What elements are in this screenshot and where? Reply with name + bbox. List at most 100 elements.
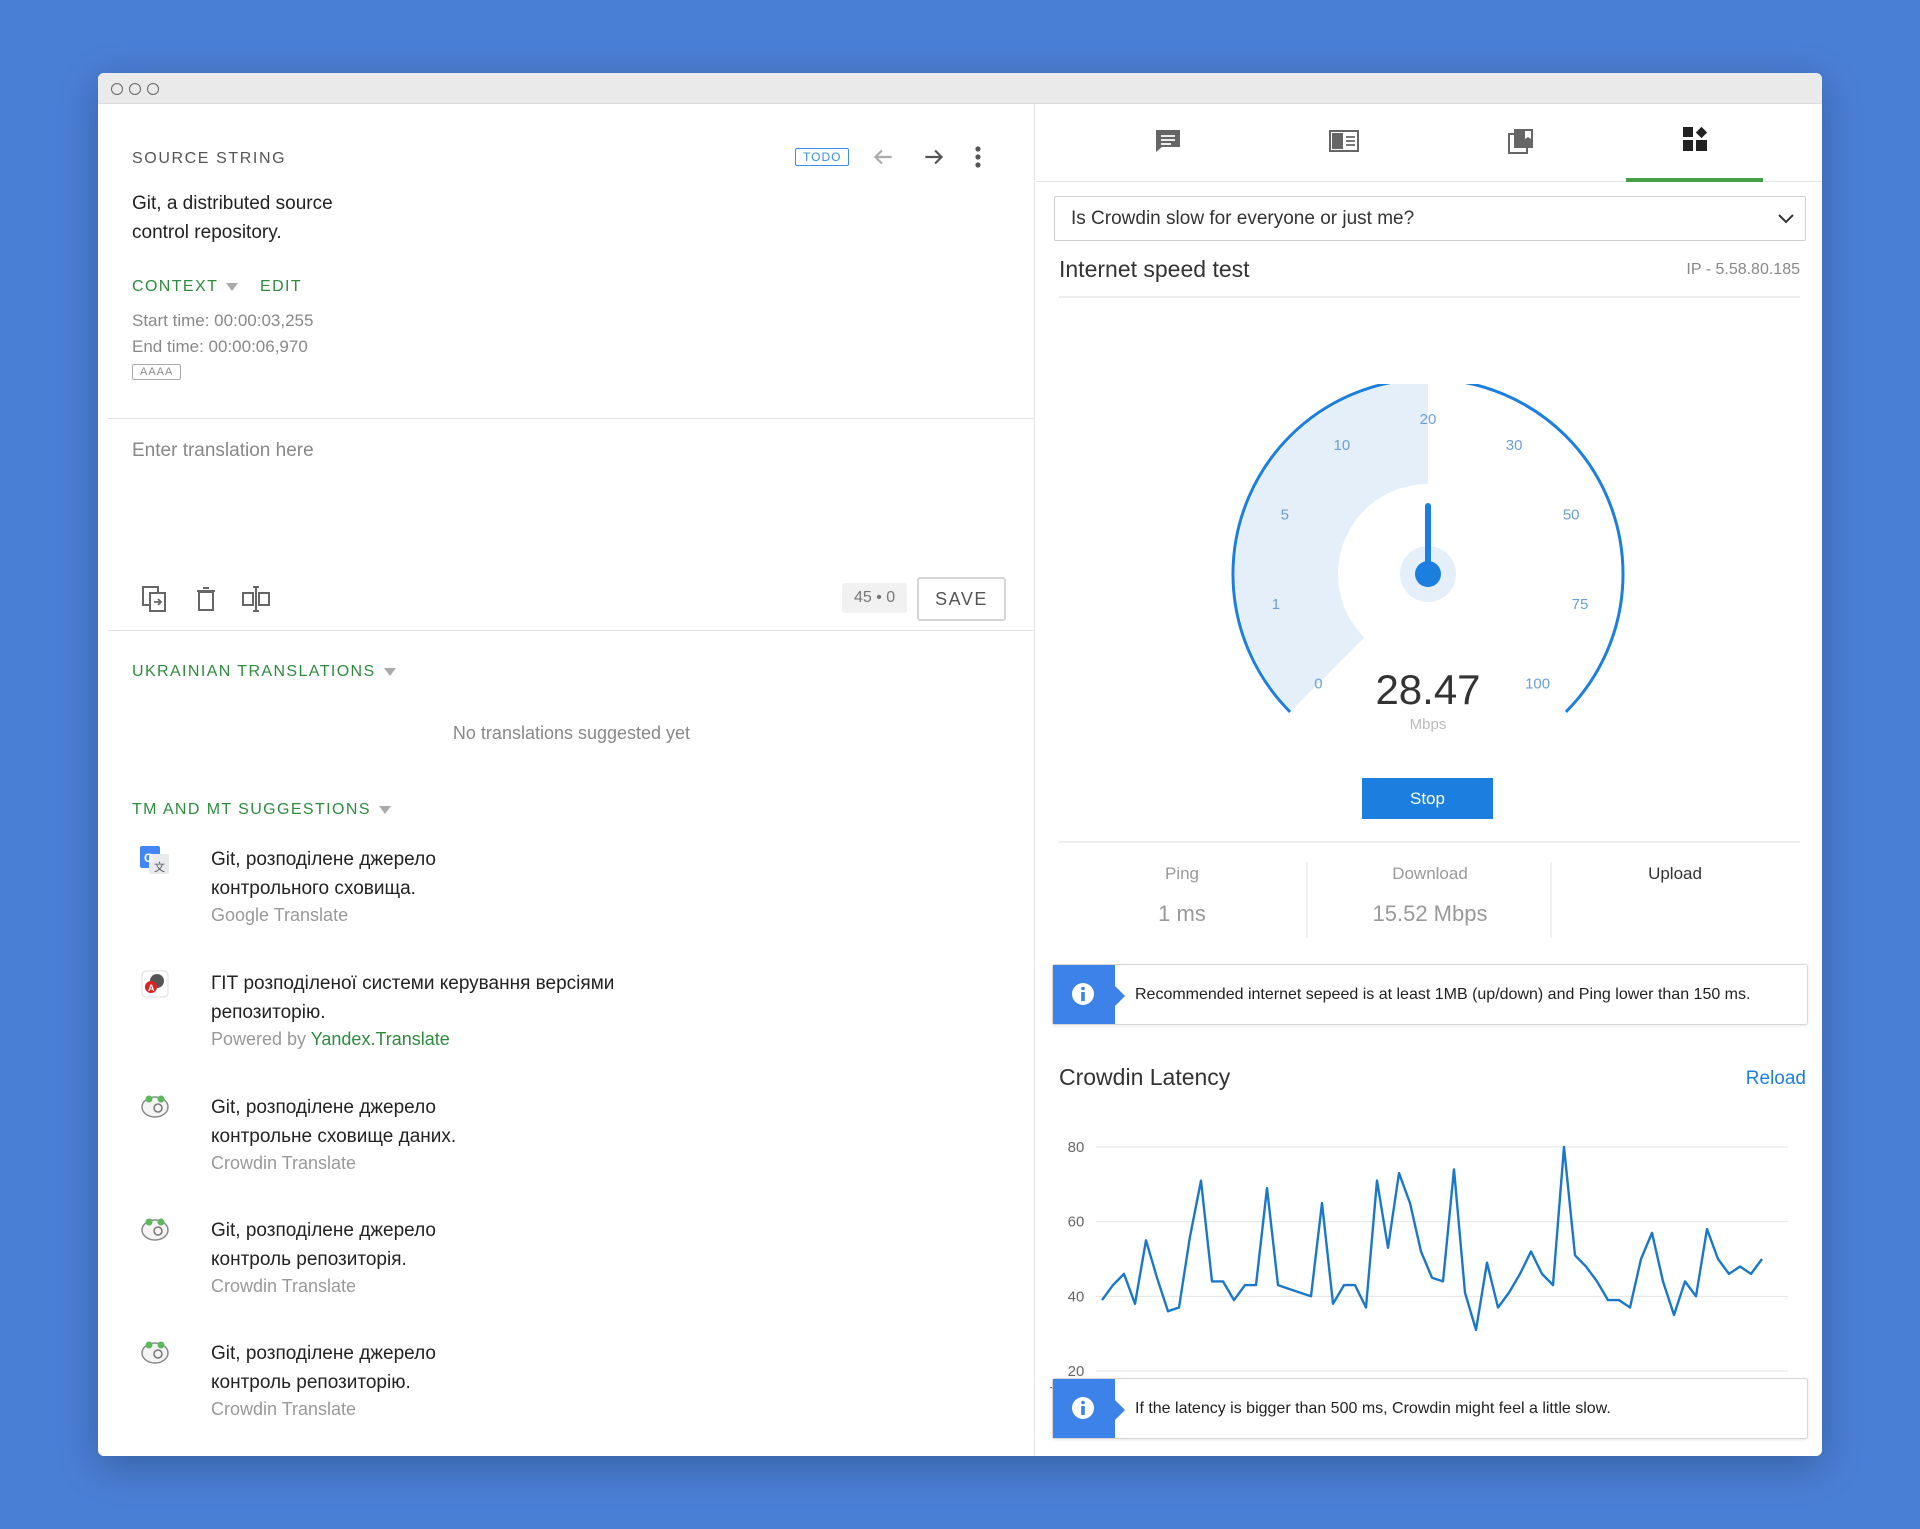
reload-link[interactable]: Reload xyxy=(1746,1068,1806,1090)
minimize-dot[interactable] xyxy=(129,83,141,95)
tab-apps[interactable] xyxy=(1626,104,1763,182)
speed-info-box: Recommended internet sepeed is at least … xyxy=(1052,964,1808,1025)
context-toggle[interactable]: CONTEXT xyxy=(132,278,239,296)
divider xyxy=(1059,296,1800,298)
comments-icon xyxy=(1154,128,1182,159)
download-stat: Download 15.52 Mbps xyxy=(1308,864,1552,927)
zoom-dot[interactable] xyxy=(147,83,159,95)
next-arrow-icon[interactable] xyxy=(921,144,947,175)
info-badge xyxy=(1053,1379,1115,1438)
tool-tabs xyxy=(1036,104,1822,182)
more-menu-icon[interactable] xyxy=(974,144,982,175)
source-text: Git, a distributed source control reposi… xyxy=(132,189,333,247)
gauge-tick-label: 10 xyxy=(1334,437,1351,454)
gauge-tick-label: 50 xyxy=(1563,507,1580,524)
upload-stat: Upload xyxy=(1552,864,1798,901)
tab-comments[interactable] xyxy=(1099,104,1236,182)
suggestion-text: Git, розподілене джерело контрольне схови… xyxy=(211,1097,457,1147)
gauge-tick-label: 100 xyxy=(1525,676,1550,693)
speed-info-text: Recommended internet sepeed is at least … xyxy=(1135,986,1751,1003)
suggestion-text: Git, розподілене джерело контроль репозит… xyxy=(211,1343,436,1393)
suggestion-item[interactable]: G文 Git, розподілене джерело контрольного … xyxy=(108,841,1035,961)
suggestion-source: Crowdin Translate xyxy=(211,1399,357,1419)
latency-series-line xyxy=(1101,1145,1763,1332)
end-time: End time: 00:00:06,970 xyxy=(132,337,308,356)
suggestion-item[interactable]: A ГІТ розподіленої системи керування вер… xyxy=(108,965,1035,1085)
save-button[interactable]: SAVE xyxy=(917,577,1006,621)
google-translate-icon: G文 xyxy=(140,846,170,876)
ip-address: IP - 5.58.80.185 xyxy=(1686,261,1800,278)
source-text-line: control repository. xyxy=(132,222,282,243)
translation-input[interactable]: Enter translation here xyxy=(132,440,314,462)
latency-info-text: If the latency is bigger than 500 ms, Cr… xyxy=(1135,1400,1611,1417)
gauge-tick-label: 30 xyxy=(1506,437,1523,454)
download-value: 15.52 Mbps xyxy=(1372,901,1488,926)
ping-label: Ping xyxy=(1164,864,1200,883)
chevron-down-icon xyxy=(1777,209,1795,233)
ping-value: 1 ms xyxy=(1158,901,1206,926)
y-tick-label: 60 xyxy=(1068,1214,1085,1231)
gauge-value: 28.47 xyxy=(1375,666,1480,713)
suggestion-source: Google Translate xyxy=(211,905,349,925)
caret-down-icon xyxy=(383,667,396,676)
gauge-fill xyxy=(1235,384,1428,711)
info-badge xyxy=(1053,965,1115,1024)
todo-badge: TODO xyxy=(795,148,850,166)
gauge-tick-label: 1 xyxy=(1272,596,1280,613)
caret-down-icon xyxy=(378,805,391,814)
suggestion-item[interactable]: Git, розподілене джерело контроль репозит… xyxy=(108,1212,1035,1332)
needle-hub xyxy=(1415,561,1441,587)
tools-pane: Is Crowdin slow for everyone or just me?… xyxy=(1036,104,1822,1456)
glossary-icon xyxy=(1507,127,1535,160)
info-arrow xyxy=(1115,986,1125,1006)
tm-mt-suggestions-toggle[interactable]: TM AND MT SUGGESTIONS xyxy=(132,801,391,819)
divider xyxy=(108,630,1034,631)
edit-context-link[interactable]: EDIT xyxy=(260,278,302,296)
source-string-label: SOURCE STRING xyxy=(132,150,287,167)
info-icon xyxy=(1071,982,1095,1011)
copy-source-icon[interactable] xyxy=(140,584,168,619)
character-counter: 45 • 0 xyxy=(842,583,908,613)
upload-label: Upload xyxy=(1648,864,1702,883)
divider xyxy=(108,418,1034,419)
stop-button[interactable]: Stop xyxy=(1362,778,1493,819)
crowdin-translate-icon xyxy=(140,1339,170,1369)
app-select-dropdown[interactable]: Is Crowdin slow for everyone or just me? xyxy=(1054,196,1806,241)
previous-arrow-icon[interactable] xyxy=(870,144,896,175)
reader-icon xyxy=(1328,129,1359,158)
suggestion-source: Crowdin Translate xyxy=(211,1276,357,1296)
suggestion-source: Powered by Yandex.Translate xyxy=(211,1029,450,1049)
gauge-tick-label: 20 xyxy=(1420,411,1437,428)
speed-gauge: 0 1 5 10 20 30 50 75 100 28.47 Mbps xyxy=(1231,384,1625,733)
svg-text:G: G xyxy=(144,851,153,865)
apps-icon xyxy=(1682,126,1708,157)
split-text-icon[interactable] xyxy=(241,585,271,618)
close-dot[interactable] xyxy=(111,83,123,95)
speed-test-title: Internet speed test xyxy=(1059,256,1250,282)
yandex-translate-link[interactable]: Yandex.Translate xyxy=(311,1029,450,1049)
suggestion-item[interactable]: Git, розподілене джерело контроль репозит… xyxy=(108,1335,1035,1455)
suggestion-text: Git, розподілене джерело контроль репозит… xyxy=(211,1220,436,1270)
info-icon xyxy=(1071,1396,1095,1425)
latency-title: Crowdin Latency xyxy=(1059,1064,1231,1090)
gauge-unit: Mbps xyxy=(1410,716,1447,733)
tm-mt-suggestions-label: TM AND MT SUGGESTIONS xyxy=(132,801,371,818)
app-select-value: Is Crowdin slow for everyone or just me? xyxy=(1071,208,1415,229)
crowdin-translate-icon xyxy=(140,1216,170,1246)
ukrainian-translations-toggle[interactable]: UKRAINIAN TRANSLATIONS xyxy=(132,663,396,681)
editor-pane: SOURCE STRING TODO Git, a distributed so… xyxy=(108,104,1035,1456)
tab-glossary[interactable] xyxy=(1452,104,1589,182)
suggestion-text: Git, розподілене джерело контрольного схо… xyxy=(211,849,436,899)
caret-down-icon xyxy=(226,282,239,291)
gauge-tick-label: 75 xyxy=(1572,596,1589,613)
suggestion-item[interactable]: Git, розподілене джерело контрольне схови… xyxy=(108,1089,1035,1209)
y-tick-label: 80 xyxy=(1068,1139,1085,1156)
tab-reader[interactable] xyxy=(1275,104,1412,182)
no-translations-message: No translations suggested yet xyxy=(452,723,691,743)
app-window: SOURCE STRING TODO Git, a distributed so… xyxy=(98,73,1822,1456)
ping-stat: Ping 1 ms xyxy=(1059,864,1305,927)
crowdin-translate-icon xyxy=(140,1093,170,1123)
clear-translation-icon[interactable] xyxy=(195,585,217,618)
ukrainian-translations-label: UKRAINIAN TRANSLATIONS xyxy=(132,663,376,680)
y-tick-label: 40 xyxy=(1068,1288,1085,1305)
